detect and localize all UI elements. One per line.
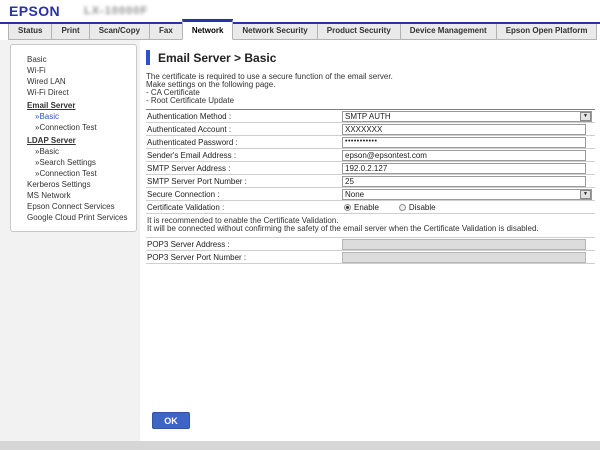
radio-label: Disable <box>409 203 436 212</box>
bottom-bar <box>0 441 600 450</box>
radio-label: Enable <box>354 203 379 212</box>
field-label: SMTP Server Port Number : <box>146 177 342 186</box>
form-rows: Authentication Method :SMTP AUTH▼Authent… <box>146 110 595 214</box>
form-row: Authentication Method :SMTP AUTH▼ <box>146 110 595 123</box>
tab-device-management[interactable]: Device Management <box>400 24 497 40</box>
sidebar-item-basic[interactable]: »Basic <box>11 146 136 157</box>
tab-scan-copy[interactable]: Scan/Copy <box>89 24 150 40</box>
form-row: Authenticated Password :••••••••••• <box>146 136 595 149</box>
form-row: Sender's Email Address :epson@epsontest.… <box>146 149 595 162</box>
sidebar-item-wi-fi[interactable]: Wi-Fi <box>11 65 136 76</box>
smtp-server-port-number-input[interactable]: 25 <box>342 176 586 187</box>
selected-value: SMTP AUTH <box>343 112 580 121</box>
page-title: Email Server > Basic <box>158 51 276 65</box>
tab-epson-open-platform[interactable]: Epson Open Platform <box>496 24 598 40</box>
sidebar-item-basic[interactable]: Basic <box>11 54 136 65</box>
sidebar-item-search-settings[interactable]: »Search Settings <box>11 157 136 168</box>
form-row: Authenticated Account :XXXXXXX <box>146 123 595 136</box>
smtp-server-address-input[interactable]: 192.0.2.127 <box>342 163 586 174</box>
cert-note: It is recommended to enable the Certific… <box>146 214 595 237</box>
field-label: POP3 Server Port Number : <box>146 253 342 262</box>
field-label: SMTP Server Address : <box>146 164 342 173</box>
ok-button[interactable]: OK <box>152 412 190 429</box>
tab-network-security[interactable]: Network Security <box>232 24 317 40</box>
form-row: SMTP Server Port Number :25 <box>146 175 595 188</box>
pop3-rows: POP3 Server Address : POP3 Server Port Nu… <box>146 237 595 264</box>
dropdown-arrow-icon[interactable]: ▼ <box>580 190 591 199</box>
form-row: Certificate Validation : Enable Disable <box>146 201 595 214</box>
tab-status[interactable]: Status <box>8 24 52 40</box>
authentication-method-select[interactable]: SMTP AUTH▼ <box>342 111 592 122</box>
field-label: Authenticated Password : <box>146 138 342 147</box>
selected-value: None <box>343 190 580 199</box>
field-label: Authenticated Account : <box>146 125 342 134</box>
pop3-server-port-number-input <box>342 252 586 263</box>
field-label: Certificate Validation : <box>146 203 342 212</box>
tab-fax[interactable]: Fax <box>149 24 183 40</box>
sender-s-email-address-input[interactable]: epson@epsontest.com <box>342 150 586 161</box>
sidebar-item-ms-network[interactable]: MS Network <box>11 190 136 201</box>
dropdown-arrow-icon[interactable]: ▼ <box>580 112 591 121</box>
form-row: POP3 Server Address : <box>146 238 595 251</box>
sidebar-item-epson-connect-services[interactable]: Epson Connect Services <box>11 201 136 212</box>
tab-print[interactable]: Print <box>51 24 89 40</box>
authenticated-account-input[interactable]: XXXXXXX <box>342 124 586 135</box>
field-label: Authentication Method : <box>146 112 342 121</box>
sidebar-item-kerberos-settings[interactable]: Kerberos Settings <box>11 179 136 190</box>
sidebar-item-google-cloud-print-services[interactable]: Google Cloud Print Services <box>11 212 136 223</box>
field-label: Secure Connection : <box>146 190 342 199</box>
tab-network[interactable]: Network <box>182 19 234 40</box>
app-header: EPSON LX-10000F <box>0 0 600 22</box>
note-line: It will be connected without confirming … <box>147 225 595 233</box>
tab-product-security[interactable]: Product Security <box>317 24 401 40</box>
radio-disable[interactable] <box>399 204 406 211</box>
sidebar-item-basic[interactable]: »Basic <box>11 111 136 122</box>
sidebar-item-email-server[interactable]: Email Server <box>11 100 136 111</box>
secure-connection-select[interactable]: None▼ <box>342 189 592 200</box>
main-panel: Email Server > Basic The certificate is … <box>146 50 595 429</box>
tab-bar: StatusPrintScan/CopyFaxNetworkNetwork Se… <box>0 24 600 40</box>
sidebar-item-wi-fi-direct[interactable]: Wi-Fi Direct <box>11 87 136 98</box>
pop3-server-address-input <box>342 239 586 250</box>
content-area: BasicWi-FiWired LANWi-Fi Direct Email Ser… <box>0 40 600 441</box>
description: The certificate is required to use a sec… <box>146 73 595 105</box>
form-row: Secure Connection :None▼ <box>146 188 595 201</box>
sidebar-item-connection-test[interactable]: »Connection Test <box>11 168 136 179</box>
sidebar-item-wired-lan[interactable]: Wired LAN <box>11 76 136 87</box>
form-row: POP3 Server Port Number : <box>146 251 595 264</box>
title-accent-bar <box>146 50 150 65</box>
field-label: POP3 Server Address : <box>146 240 342 249</box>
form-row: SMTP Server Address :192.0.2.127 <box>146 162 595 175</box>
model-name: LX-10000F <box>84 5 148 17</box>
sidebar-item-connection-test[interactable]: »Connection Test <box>11 122 136 133</box>
description-line: Make settings on the following page. <box>146 81 595 89</box>
title-row: Email Server > Basic <box>146 50 595 65</box>
authenticated-password-input[interactable]: ••••••••••• <box>342 137 586 148</box>
field-label: Sender's Email Address : <box>146 151 342 160</box>
epson-logo: EPSON <box>9 3 60 19</box>
radio-enable[interactable] <box>344 204 351 211</box>
radio-group: Enable Disable <box>344 203 436 212</box>
sidebar-item-ldap-server[interactable]: LDAP Server <box>11 135 136 146</box>
sidebar-nav: BasicWi-FiWired LANWi-Fi Direct Email Ser… <box>10 44 137 232</box>
description-line: - Root Certificate Update <box>146 97 595 105</box>
